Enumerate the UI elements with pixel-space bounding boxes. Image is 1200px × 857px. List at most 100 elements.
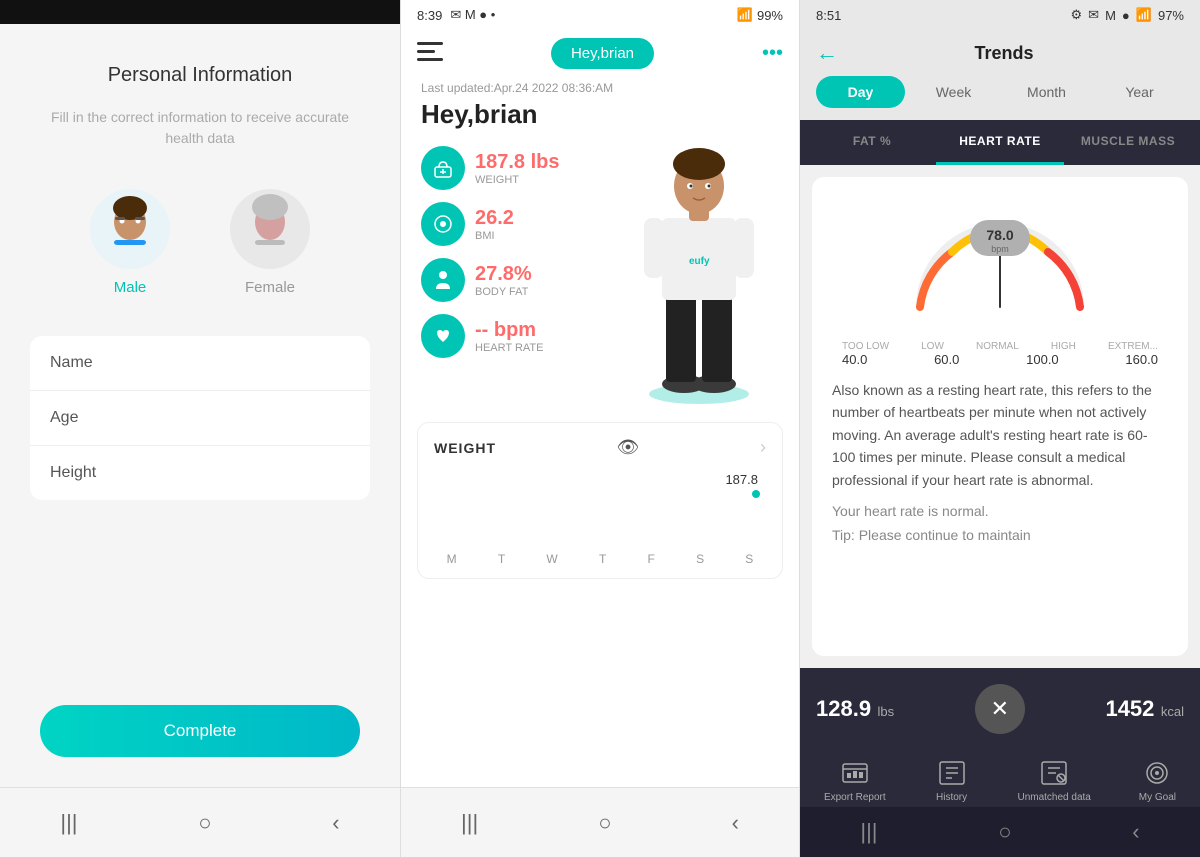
stat-weight-value: 128.9 bbox=[816, 696, 871, 721]
bottom-stats: 128.9 lbs ✕ 1452 kcal bbox=[800, 668, 1200, 750]
dashboard-header: Hey,brian ••• bbox=[401, 30, 799, 81]
time-3: 8:51 bbox=[816, 8, 841, 23]
history-icon bbox=[934, 758, 970, 788]
gender-male[interactable]: Male bbox=[90, 189, 170, 296]
day-s2: S bbox=[745, 552, 753, 566]
range-normal: NORMAL bbox=[976, 341, 1019, 352]
menu-lines[interactable] bbox=[417, 40, 443, 67]
gender-female[interactable]: Female bbox=[230, 189, 310, 296]
male-label: Male bbox=[114, 279, 147, 296]
bodyfat-label: Body Fat bbox=[475, 286, 532, 298]
more-options[interactable]: ••• bbox=[762, 42, 783, 65]
bodyfat-value: 27.8% bbox=[475, 262, 532, 286]
tab-day[interactable]: Day bbox=[816, 76, 905, 108]
day-s1: S bbox=[696, 552, 704, 566]
nav-home-1[interactable]: ○ bbox=[198, 810, 211, 836]
name-field[interactable]: Name bbox=[30, 336, 370, 391]
expand-arrow[interactable]: › bbox=[760, 437, 766, 458]
nav-home-2[interactable]: ○ bbox=[598, 810, 611, 836]
val-60: 60.0 bbox=[934, 352, 959, 367]
bmi-value: 26.2 bbox=[475, 206, 514, 230]
female-avatar bbox=[230, 189, 310, 269]
battery-3: 97% bbox=[1158, 8, 1184, 23]
heart-status: Your heart rate is normal. bbox=[832, 503, 1168, 519]
nav-export[interactable]: Export Report bbox=[824, 758, 886, 803]
greeting: Hey,brian bbox=[401, 99, 799, 146]
nav-menu-3[interactable]: ||| bbox=[860, 819, 877, 845]
day-w: W bbox=[546, 552, 557, 566]
tab-muscle[interactable]: MUSCLE MASS bbox=[1064, 120, 1192, 165]
metric-heartrate[interactable]: -- bpm Heart Rate bbox=[421, 314, 609, 358]
range-values: 40.0 60.0 100.0 160.0 bbox=[832, 352, 1168, 367]
panel-trends: 8:51 ⚙ ✉ M ● 📶 97% ← Trends Day Week Mon… bbox=[800, 0, 1200, 857]
heartrate-label: Heart Rate bbox=[475, 342, 543, 354]
export-icon bbox=[837, 758, 873, 788]
status-bar-3: 8:51 ⚙ ✉ M ● 📶 97% bbox=[800, 0, 1200, 30]
form-fields: Name Age Height bbox=[30, 336, 370, 500]
val-160: 160.0 bbox=[1125, 352, 1158, 367]
nav-menu-1[interactable]: ||| bbox=[60, 810, 77, 836]
visibility-icon[interactable]: 👁 bbox=[617, 437, 640, 458]
close-button[interactable]: ✕ bbox=[975, 684, 1025, 734]
panel-personal-info: Personal Information Fill in the correct… bbox=[0, 0, 400, 857]
tab-week[interactable]: Week bbox=[909, 76, 998, 108]
metric-bmi[interactable]: 26.2 BMI bbox=[421, 202, 609, 246]
nav-back-1[interactable]: ‹ bbox=[332, 810, 339, 836]
stat-weight-unit: lbs bbox=[878, 704, 895, 719]
nav-history[interactable]: History bbox=[934, 758, 970, 803]
bottom-nav: Export Report History bbox=[800, 750, 1200, 807]
weight-icon bbox=[421, 146, 465, 190]
nav-back-2[interactable]: ‹ bbox=[732, 810, 739, 836]
bodyfat-icon bbox=[421, 258, 465, 302]
nav-unmatched[interactable]: Unmatched data bbox=[1017, 758, 1090, 803]
time-2: 8:39 bbox=[417, 8, 442, 23]
day-m: M bbox=[447, 552, 457, 566]
val-100: 100.0 bbox=[1026, 352, 1059, 367]
subtitle: Fill in the correct information to recei… bbox=[30, 107, 370, 149]
page-title: Personal Information bbox=[108, 64, 293, 87]
female-label: Female bbox=[245, 279, 295, 296]
male-avatar bbox=[90, 189, 170, 269]
last-updated: Last updated:Apr.24 2022 08:36:AM bbox=[401, 81, 799, 99]
nav-bar-1: ||| ○ ‹ bbox=[0, 787, 400, 857]
tab-year[interactable]: Year bbox=[1095, 76, 1184, 108]
metric-bodyfat[interactable]: 27.8% Body Fat bbox=[421, 258, 609, 302]
height-field[interactable]: Height bbox=[30, 446, 370, 500]
metric-weight[interactable]: 187.8 lbs WEIGHT bbox=[421, 146, 609, 190]
tab-month[interactable]: Month bbox=[1002, 76, 1091, 108]
complete-button[interactable]: Complete bbox=[40, 705, 360, 757]
stat-calories-value: 1452 bbox=[1105, 696, 1154, 721]
nav-bar-3: ||| ○ ‹ bbox=[800, 807, 1200, 857]
weight-chart: 187.8 bbox=[418, 472, 782, 552]
dot-icon: ● bbox=[1122, 8, 1130, 23]
heart-rate-card: 78.0 bpm TOO LOW LOW NORMAL HIGH EXTREM.… bbox=[812, 177, 1188, 656]
bmi-label: BMI bbox=[475, 230, 514, 242]
close-icon: ✕ bbox=[991, 696, 1009, 722]
nav-home-3[interactable]: ○ bbox=[998, 819, 1011, 845]
chart-weight-value: 187.8 bbox=[725, 472, 758, 487]
wifi-icon-3: 📶 bbox=[1136, 7, 1152, 23]
nav-back-3[interactable]: ‹ bbox=[1132, 819, 1139, 845]
week-days: M T W T F S S bbox=[418, 552, 782, 578]
tab-heartrate[interactable]: HEART RATE bbox=[936, 120, 1064, 165]
gauge-svg: 78.0 bpm bbox=[900, 212, 1100, 322]
status-bar-1 bbox=[0, 0, 400, 24]
nav-unmatched-label: Unmatched data bbox=[1017, 792, 1090, 803]
nav-menu-2[interactable]: ||| bbox=[461, 810, 478, 836]
age-field[interactable]: Age bbox=[30, 391, 370, 446]
heart-description: Also known as a resting heart rate, this… bbox=[832, 379, 1168, 491]
nav-goal[interactable]: My Goal bbox=[1139, 758, 1176, 803]
gear-icon: ⚙ bbox=[1071, 7, 1083, 23]
status-icons-2: ✉ M ● • bbox=[450, 7, 495, 23]
panel-dashboard: 8:39 ✉ M ● • 📶 99% Hey,brian ••• Last up… bbox=[400, 0, 800, 857]
back-button[interactable]: ← bbox=[816, 40, 838, 66]
weight-label: WEIGHT bbox=[475, 174, 560, 186]
nav-history-label: History bbox=[936, 792, 967, 803]
heart-tip: Tip: Please continue to maintain bbox=[832, 527, 1168, 543]
nav-bar-2: ||| ○ ‹ bbox=[401, 787, 799, 857]
tab-fat[interactable]: FAT % bbox=[808, 120, 936, 165]
range-too-low: TOO LOW bbox=[842, 341, 889, 352]
range-high: HIGH bbox=[1051, 341, 1076, 352]
chart-dot bbox=[752, 490, 760, 498]
gauge-container: 78.0 bpm bbox=[832, 197, 1168, 337]
